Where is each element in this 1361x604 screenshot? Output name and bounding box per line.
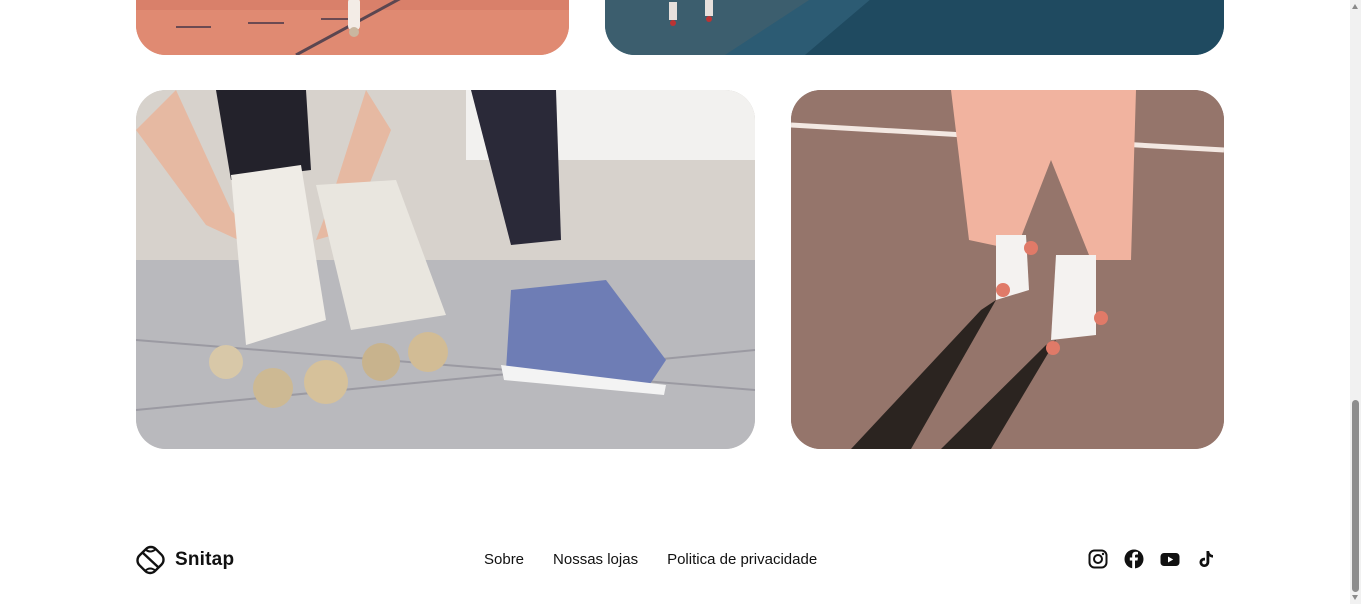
snitap-logo-icon — [136, 545, 165, 575]
tiktok-icon[interactable] — [1196, 549, 1216, 569]
facebook-icon[interactable] — [1124, 549, 1144, 569]
youtube-icon[interactable] — [1160, 549, 1180, 569]
scrollbar-thumb[interactable] — [1352, 400, 1359, 592]
footer-nav: Sobre Nossas lojas Politica de privacida… — [484, 551, 817, 568]
brand-name: Snitap — [175, 549, 235, 570]
gallery-photo-pink-pants — [791, 90, 1224, 449]
brand[interactable]: Snitap — [136, 545, 234, 575]
social-links — [1088, 549, 1216, 569]
scroll-up-arrow-icon[interactable] — [1352, 4, 1358, 9]
gallery-photo-lacing-skates — [136, 90, 755, 449]
footer-link-politica-de-privacidade[interactable]: Politica de privacidade — [667, 551, 817, 568]
footer-link-sobre[interactable]: Sobre — [484, 551, 524, 568]
instagram-icon[interactable] — [1088, 549, 1108, 569]
gallery-photo-blue-asphalt — [605, 0, 1224, 55]
footer-link-nossas-lojas[interactable]: Nossas lojas — [553, 551, 638, 568]
scroll-down-arrow-icon[interactable] — [1352, 595, 1358, 600]
site-footer: Snitap Sobre Nossas lojas Politica de pr… — [136, 540, 1224, 580]
gallery-photo-orange-court — [136, 0, 569, 55]
page-scrollbar[interactable] — [1350, 0, 1361, 604]
